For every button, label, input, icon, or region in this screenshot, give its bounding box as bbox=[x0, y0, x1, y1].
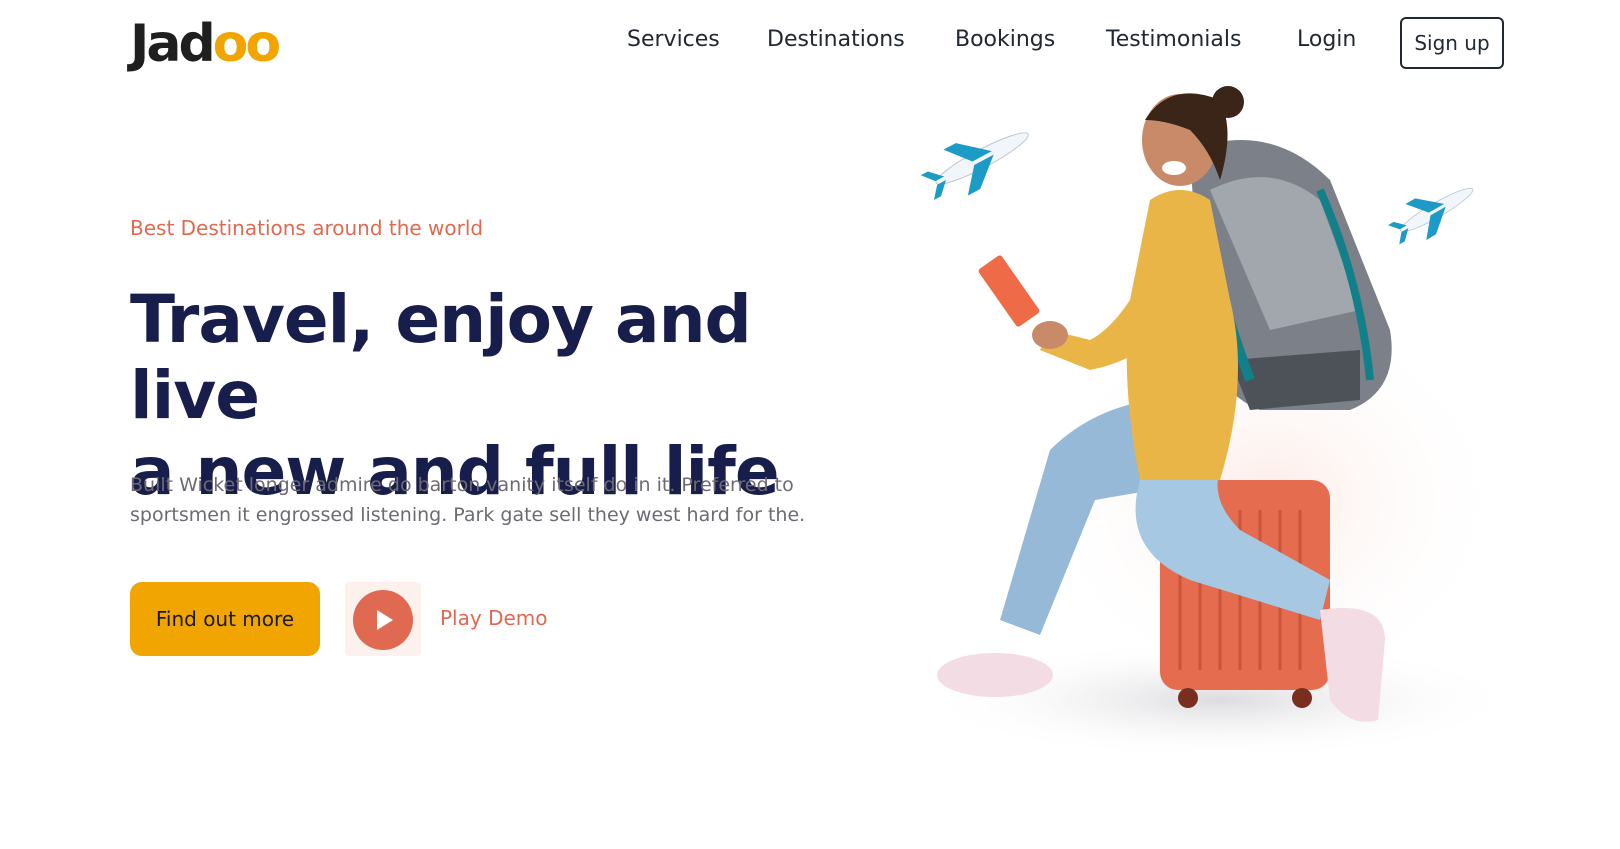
traveler-hand bbox=[1032, 321, 1068, 349]
hero-headline-line1: Travel, enjoy and live bbox=[130, 281, 752, 434]
airplane-right-icon bbox=[1388, 187, 1474, 245]
play-demo-button[interactable] bbox=[345, 582, 421, 656]
find-out-more-button[interactable]: Find out more bbox=[130, 582, 320, 656]
login-link[interactable]: Login bbox=[1297, 27, 1356, 52]
play-icon bbox=[377, 610, 393, 630]
signup-button[interactable]: Sign up bbox=[1400, 17, 1504, 69]
nav-link-bookings[interactable]: Bookings bbox=[955, 27, 1055, 52]
airplane-left-icon bbox=[920, 132, 1029, 200]
hero-traveler-image bbox=[920, 86, 1520, 760]
shoe-left bbox=[937, 653, 1053, 697]
hero-tagline: Best Destinations around the world bbox=[130, 216, 484, 240]
play-demo-label[interactable]: Play Demo bbox=[440, 606, 548, 630]
landing-page: Jadoo Services Destinations Bookings Tes… bbox=[0, 0, 1620, 849]
play-circle bbox=[353, 590, 413, 650]
nav-link-services[interactable]: Services bbox=[627, 27, 720, 52]
top-nav: Services Destinations Bookings Testimoni… bbox=[0, 17, 1620, 69]
passport bbox=[978, 255, 1040, 327]
nav-link-testimonials[interactable]: Testimonials bbox=[1106, 27, 1241, 52]
nav-link-destinations[interactable]: Destinations bbox=[767, 27, 905, 52]
hero-description: Built Wicket longer admire do barton van… bbox=[130, 474, 806, 526]
